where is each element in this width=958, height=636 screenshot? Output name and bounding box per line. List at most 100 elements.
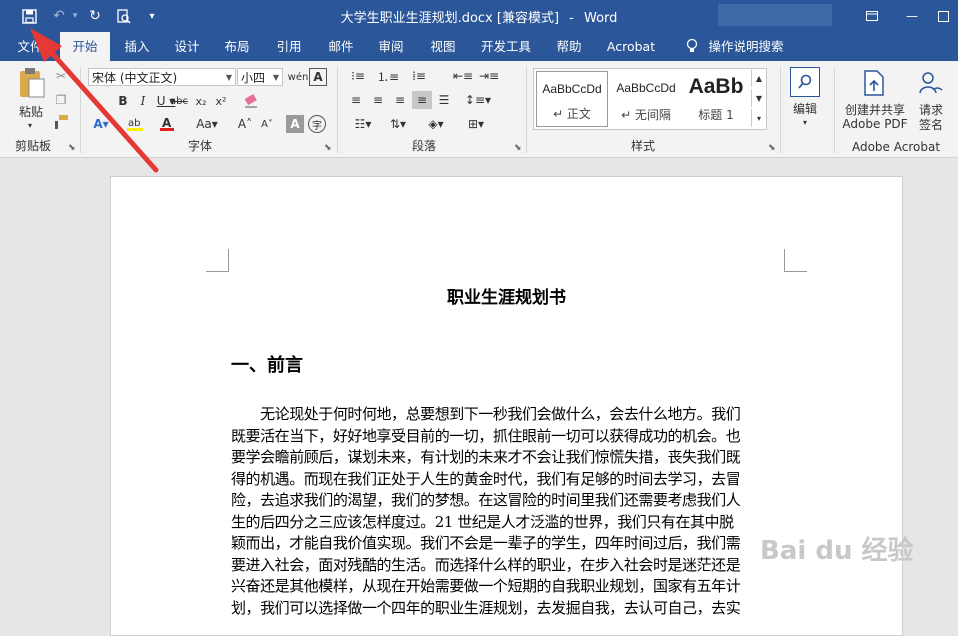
create-share-pdf-line1[interactable]: 创建并共享 <box>838 102 912 117</box>
body-line: 生的后四分之三应该怎样度过。21 世纪是人才泛滥的世界，我们只有在其中脱 <box>231 512 734 531</box>
body-line: 要学会瞻前顾后，谋划未来，有计划的未来才不会让我们惊慌失措，丧失我们既 <box>231 448 741 466</box>
paste-dropdown-icon[interactable]: ▾ <box>22 119 38 131</box>
copy-icon[interactable]: ❐ <box>52 91 70 109</box>
tab-references[interactable]: 引用 <box>266 32 312 61</box>
enclose-characters-icon[interactable]: 字 <box>308 115 326 133</box>
character-shading-icon[interactable]: A <box>286 115 304 133</box>
tab-layout[interactable]: 布局 <box>214 32 260 61</box>
style-normal[interactable]: AaBbCcDd ↵ 正文 <box>536 71 608 127</box>
font-color-icon[interactable]: A <box>156 115 180 133</box>
phonetic-guide-icon[interactable]: wén <box>287 67 309 87</box>
separator <box>780 67 781 153</box>
app-name: Word <box>584 11 618 26</box>
request-signature-icon[interactable] <box>917 69 945 97</box>
paste-button[interactable]: 粘贴 <box>10 103 52 119</box>
change-case-icon[interactable]: Aa▾ <box>192 115 222 133</box>
character-border-icon[interactable]: A <box>309 68 327 86</box>
font-name-value: 宋体 (中文正文) <box>92 71 178 85</box>
account-area[interactable] <box>718 4 832 26</box>
decrease-indent-icon[interactable]: ⇤≡ <box>452 67 474 85</box>
tab-insert[interactable]: 插入 <box>114 32 160 61</box>
font-launcher-icon[interactable]: ⬊ <box>324 143 332 153</box>
sort-icon[interactable]: ⇅▾ <box>382 115 414 133</box>
paste-icon[interactable] <box>14 65 50 101</box>
shrink-font-icon[interactable]: A˅ <box>258 115 276 133</box>
style-name: 标题 1 <box>698 108 734 122</box>
request-signature-line2[interactable]: 签名 <box>914 117 948 132</box>
styles-scroll-up-icon[interactable]: ▲ <box>751 69 766 87</box>
subscript-icon[interactable]: x₂ <box>192 91 210 111</box>
font-group-label: 字体 <box>187 139 212 153</box>
body-line: 无论现处于何时何地，总要想到下一秒我们会做什么，会去什么地方。我们 <box>231 405 741 423</box>
format-painter-icon[interactable] <box>52 113 70 131</box>
chinese-layout-icon[interactable]: ☷▾ <box>348 115 378 133</box>
styles-scroll-down-icon[interactable]: ▼ <box>751 89 766 107</box>
superscript-icon[interactable]: x² <box>212 91 230 111</box>
style-no-spacing[interactable]: AaBbCcDd ↵ 无间隔 <box>610 71 682 127</box>
align-center-icon[interactable]: ≡ <box>368 91 388 109</box>
ribbon-display-icon[interactable] <box>850 0 894 32</box>
find-icon[interactable] <box>790 67 820 97</box>
tab-design[interactable]: 设计 <box>164 32 210 61</box>
body-line: 得的机遇。而现在我们正处于人生的黄金时代，我们有足够的时间去学习，去冒 <box>231 469 741 488</box>
paragraph-launcher-icon[interactable]: ⬊ <box>514 143 522 153</box>
strikethrough-icon[interactable]: abc <box>168 91 190 111</box>
style-heading-1[interactable]: AaBb 标题 1 <box>684 71 748 127</box>
numbering-icon[interactable]: ⒈≡ <box>376 67 400 85</box>
document-name: 大学生职业生涯规划.docx [兼容模式] <box>340 11 560 26</box>
body-line: 划，我们可以选择做一个四年的职业生涯规划，去发掘自我，去认可自己，去实 <box>231 598 741 617</box>
align-left-icon[interactable]: ≡ <box>346 91 366 109</box>
tab-view[interactable]: 视图 <box>420 32 466 61</box>
highlight-icon[interactable]: ab <box>124 115 148 133</box>
section-heading: 一、前言 <box>231 355 303 376</box>
maximize-icon[interactable] <box>928 0 958 32</box>
tab-file[interactable]: 文件 <box>6 32 54 61</box>
document-title: 职业生涯规划书 <box>447 288 566 308</box>
tab-developer[interactable]: 开发工具 <box>474 32 538 61</box>
tab-help[interactable]: 帮助 <box>546 32 592 61</box>
bullets-icon[interactable]: ⁝≡ <box>346 67 370 85</box>
create-share-pdf-line2[interactable]: Adobe PDF <box>838 117 912 131</box>
editing-button[interactable]: 编辑 <box>784 100 826 116</box>
separator <box>80 67 81 153</box>
lightbulb-icon <box>680 32 704 61</box>
tell-me-search[interactable]: 操作说明搜索 <box>704 32 788 61</box>
line-spacing-icon[interactable]: ↕≡▾ <box>462 91 494 109</box>
cut-icon[interactable]: ✂ <box>52 67 70 85</box>
styles-more-icon[interactable]: ▾ <box>751 109 766 127</box>
tab-mailings[interactable]: 邮件 <box>318 32 364 61</box>
style-sample: AaBb <box>688 75 744 98</box>
text-effects-icon[interactable]: A▾ <box>90 115 112 133</box>
create-pdf-icon[interactable] <box>862 69 886 97</box>
increase-indent-icon[interactable]: ⇥≡ <box>478 67 500 85</box>
style-sample: AaBbCcDd <box>542 82 602 96</box>
bold-icon[interactable]: B <box>114 91 132 111</box>
align-right-icon[interactable]: ≡ <box>390 91 410 109</box>
title-bar: ↶ ▾ ↻ ▾ 大学生职业生涯规划.docx [兼容模式] - Word — <box>0 0 958 32</box>
document-body: 无论现处于何时何地，总要想到下一秒我们会做什么，会去什么地方。我们 既要活在当下… <box>231 404 785 619</box>
distributed-icon[interactable]: ☰ <box>434 91 454 109</box>
body-line: 既要活在当下，好好地享受目前的一切，抓住眼前一切可以获得成功的机会。也 <box>231 426 741 445</box>
style-sample: AaBbCcDd <box>616 81 676 95</box>
font-size-combo[interactable]: 小四 ▼ <box>237 68 283 86</box>
tab-review[interactable]: 审阅 <box>368 32 414 61</box>
clear-formatting-icon[interactable] <box>240 91 262 111</box>
styles-launcher-icon[interactable]: ⬊ <box>768 143 776 153</box>
italic-icon[interactable]: I <box>134 91 152 111</box>
body-line: 险，去追求我们的渴望，我们的梦想。在这冒险的时间里我们还需要考虑我们人 <box>231 491 741 509</box>
tab-acrobat[interactable]: Acrobat <box>600 32 662 61</box>
multilevel-list-icon[interactable]: ⁞≡ <box>406 67 432 85</box>
grow-font-placeholder-icon <box>92 91 110 111</box>
clipboard-launcher-icon[interactable]: ⬊ <box>68 143 76 153</box>
ribbon-home: 粘贴 ▾ ✂ ❐ 剪贴板 ⬊ 宋体 (中文正文) ▼ 小四 ▼ wén A B … <box>0 61 958 158</box>
font-name-combo[interactable]: 宋体 (中文正文) ▼ <box>88 68 236 86</box>
justify-icon[interactable]: ≡ <box>412 91 432 109</box>
shading-icon[interactable]: ◈▾ <box>422 115 450 133</box>
borders-icon[interactable]: ⊞▾ <box>462 115 490 133</box>
tab-home[interactable]: 开始 <box>60 32 110 61</box>
grow-font-icon[interactable]: A˄ <box>236 115 254 133</box>
chevron-down-icon: ▼ <box>272 73 279 82</box>
document-page[interactable]: 职业生涯规划书 一、前言 无论现处于何时何地，总要想到下一秒我们会做什么，会去什… <box>110 176 903 636</box>
editing-dropdown-icon[interactable]: ▾ <box>796 116 814 128</box>
request-signature-line1[interactable]: 请求 <box>914 102 948 117</box>
